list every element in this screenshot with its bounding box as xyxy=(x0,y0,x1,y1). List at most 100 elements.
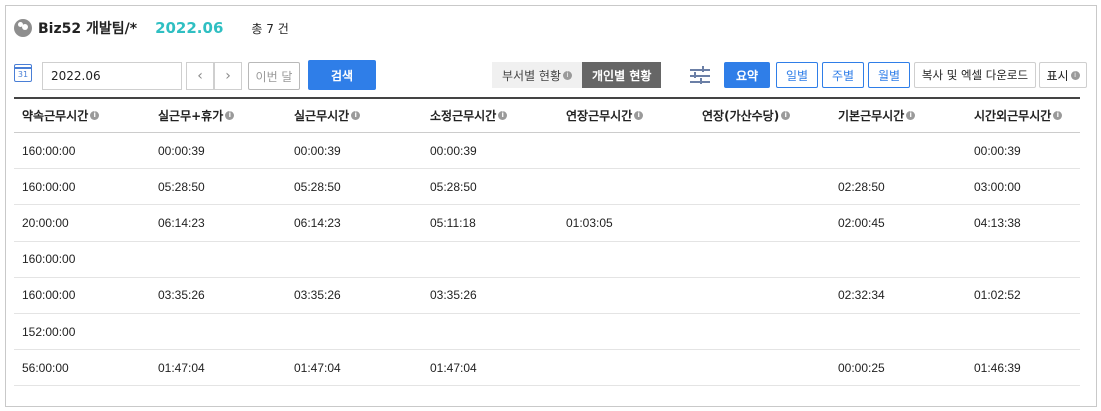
column-header[interactable]: 연장근무시간 i xyxy=(558,99,694,132)
table-row[interactable]: 152:00:00 xyxy=(14,314,1080,351)
weekly-button[interactable]: 주별 xyxy=(822,62,864,88)
monthly-button[interactable]: 월별 xyxy=(868,62,910,88)
table-cell xyxy=(830,314,966,349)
table-cell: 00:00:25 xyxy=(838,360,885,375)
display-button[interactable]: 표시 i xyxy=(1039,62,1087,88)
table-cell xyxy=(558,133,694,168)
filter-settings-icon[interactable] xyxy=(690,66,712,86)
info-icon: i xyxy=(498,111,508,120)
table-cell: 00:00:39 xyxy=(430,143,477,158)
period-title: 2022.06 xyxy=(155,19,224,37)
table-cell xyxy=(422,242,558,277)
info-icon: i xyxy=(1053,111,1063,120)
table-row[interactable]: 160:00:00 05:28:50 05:28:50 05:28:50 02:28:5… xyxy=(14,169,1080,206)
table-cell xyxy=(694,242,830,277)
table-row[interactable]: 20:00:00 06:14:23 06:14:23 05:11:18 01:03:05… xyxy=(14,205,1080,242)
table-row[interactable]: 160:00:00 00:00:39 00:00:39 00:00:39 00:00:3… xyxy=(14,133,1080,170)
table-cell: 00:00:39 xyxy=(294,143,341,158)
table-cell: 152:00:00 xyxy=(22,324,76,339)
table-cell: 01:47:04 xyxy=(158,360,205,375)
toolbar: 31 ‹ › 이번 달 검색 부서별 현황i 개인별 현황 요약 일별 주별 월… xyxy=(14,60,1090,92)
info-icon: i xyxy=(906,111,916,120)
table-cell: 05:28:50 xyxy=(430,179,477,194)
table-header: 약속근무시간 i 실근무+휴가 i 실근무시간 i 소정근무시간 i 연장근무시간 i 연장(가산수… xyxy=(14,97,1080,133)
table-cell xyxy=(694,350,830,385)
table-cell xyxy=(694,133,830,168)
summary-button[interactable]: 요약 xyxy=(724,62,770,88)
table-cell xyxy=(286,314,422,349)
info-icon: i xyxy=(563,70,573,80)
info-icon: i xyxy=(781,111,791,120)
table-cell: 01:03:05 xyxy=(566,215,613,230)
table-cell: 03:00:00 xyxy=(974,179,1021,194)
column-header[interactable]: 시간외근무시간 i xyxy=(966,99,1080,132)
info-icon: i xyxy=(1070,70,1080,80)
table-cell xyxy=(694,169,830,204)
table-cell: 06:14:23 xyxy=(294,215,341,230)
table-row[interactable]: 160:00:00 xyxy=(14,242,1080,278)
this-month-button[interactable]: 이번 달 xyxy=(248,62,300,90)
table-cell: 02:28:50 xyxy=(838,179,885,194)
table-cell: 02:00:45 xyxy=(838,215,885,230)
table-cell: 00:00:39 xyxy=(158,143,205,158)
table-cell: 02:32:34 xyxy=(838,288,885,303)
table-cell xyxy=(694,314,830,349)
info-icon: i xyxy=(225,111,235,120)
search-button[interactable]: 검색 xyxy=(308,60,376,90)
table-cell: 01:47:04 xyxy=(430,360,477,375)
table-cell: 160:00:00 xyxy=(22,252,76,267)
table-cell: 04:13:38 xyxy=(974,215,1021,230)
table-cell xyxy=(830,242,966,277)
table-cell xyxy=(694,205,830,240)
panel-header: Biz52 개발팀/* 2022.06 총 7 건 xyxy=(14,16,289,40)
table-cell xyxy=(558,169,694,204)
table-cell: 160:00:00 xyxy=(22,179,76,194)
table-cell: 05:28:50 xyxy=(158,179,205,194)
column-header[interactable]: 소정근무시간 i xyxy=(422,99,558,132)
table-cell xyxy=(558,350,694,385)
summary-table: 약속근무시간 i 실근무+휴가 i 실근무시간 i 소정근무시간 i 연장근무시간 i 연장(가산수… xyxy=(14,97,1080,387)
table-cell: 20:00:00 xyxy=(22,215,69,230)
column-header[interactable]: 연장(가산수당) i xyxy=(694,99,830,132)
team-icon xyxy=(14,19,32,37)
info-icon: i xyxy=(90,111,100,120)
column-header[interactable]: 기본근무시간 i xyxy=(830,99,966,132)
table-cell: 56:00:00 xyxy=(22,360,69,375)
table-cell: 00:00:39 xyxy=(974,143,1021,158)
table-body: 160:00:00 00:00:39 00:00:39 00:00:39 00:00:3… xyxy=(14,133,1080,387)
table-cell: 05:28:50 xyxy=(294,179,341,194)
table-cell xyxy=(966,242,1080,277)
column-header[interactable]: 약속근무시간 i xyxy=(14,99,150,132)
table-cell: 03:35:26 xyxy=(430,288,477,303)
table-cell: 01:46:39 xyxy=(974,360,1021,375)
column-header[interactable]: 실근무시간 i xyxy=(286,99,422,132)
table-cell xyxy=(286,242,422,277)
table-cell xyxy=(558,278,694,313)
table-row[interactable]: 56:00:00 01:47:04 01:47:04 01:47:04 00:00:25… xyxy=(14,350,1080,387)
table-cell xyxy=(422,314,558,349)
info-icon: i xyxy=(351,111,361,120)
team-name: Biz52 개발팀/* xyxy=(38,21,138,37)
column-header[interactable]: 실근무+휴가 i xyxy=(150,99,286,132)
table-cell xyxy=(150,242,286,277)
table-cell xyxy=(558,242,694,277)
tab-by-department[interactable]: 부서별 현황 i xyxy=(492,62,583,88)
table-cell: 03:35:26 xyxy=(294,288,341,303)
total-count: 총 7 건 xyxy=(251,21,289,36)
daily-button[interactable]: 일별 xyxy=(776,62,818,88)
table-cell xyxy=(694,278,830,313)
copy-excel-download-button[interactable]: 복사 및 엑셀 다운로드 xyxy=(914,62,1036,88)
info-icon: i xyxy=(634,111,644,120)
view-toggle: 부서별 현황 i 개인별 현황 xyxy=(492,62,662,88)
next-month-button[interactable]: › xyxy=(214,62,242,90)
tab-by-person[interactable]: 개인별 현황 xyxy=(582,62,662,88)
prev-month-button[interactable]: ‹ xyxy=(186,62,214,90)
table-cell: 01:02:52 xyxy=(974,288,1021,303)
table-cell: 01:47:04 xyxy=(294,360,341,375)
table-row[interactable]: 160:00:00 03:35:26 03:35:26 03:35:26 02:32:3… xyxy=(14,278,1080,314)
table-cell: 160:00:00 xyxy=(22,288,76,303)
table-cell: 03:35:26 xyxy=(158,288,205,303)
calendar-icon[interactable]: 31 xyxy=(14,64,32,82)
month-input[interactable] xyxy=(42,62,182,90)
table-cell: 160:00:00 xyxy=(22,143,76,158)
